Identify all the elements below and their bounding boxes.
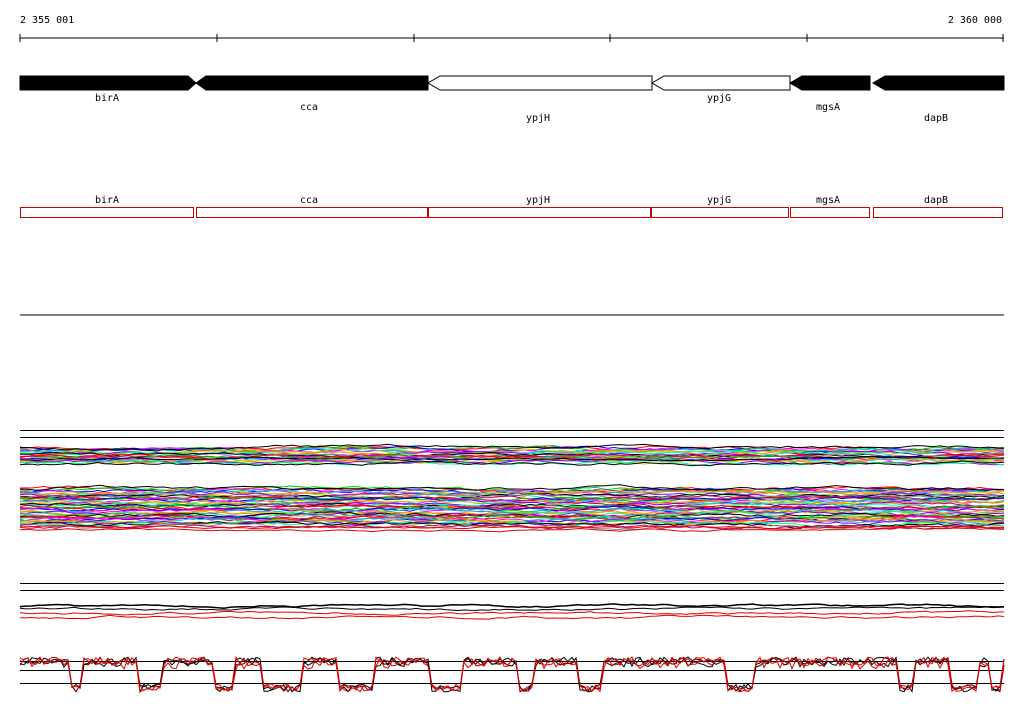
signal-track-bottom	[19, 583, 1005, 694]
feature-label: dapB	[924, 195, 948, 206]
signal-trace	[19, 527, 1005, 533]
gene-arrow-cca[interactable]	[195, 75, 429, 91]
genome-browser-view: 2 355 001 2 360 000 birA cca ypjH ypjG m…	[19, 15, 1005, 694]
feature-box-mgsA[interactable]	[790, 207, 870, 218]
gene-label: mgsA	[816, 102, 840, 113]
feature-label: ypjG	[707, 195, 731, 206]
feature-box-ypjH[interactable]	[428, 207, 651, 218]
signal-band-c	[19, 603, 1005, 620]
signal-trace	[19, 614, 1005, 620]
gene-arrow-birA[interactable]	[19, 75, 197, 91]
signal-trace	[19, 656, 1005, 693]
feature-label: birA	[95, 195, 119, 206]
feature-label: ypjH	[526, 195, 550, 206]
feature-box-cca[interactable]	[196, 207, 428, 218]
gene-label: ypjH	[526, 113, 550, 124]
signal-trace	[19, 484, 1005, 491]
coordinate-ruler: 2 355 001 2 360 000	[19, 15, 1004, 42]
signal-band-a	[19, 443, 1005, 467]
gene-arrow-ypjG[interactable]	[651, 75, 791, 91]
feature-box-birA[interactable]	[20, 207, 194, 218]
signal-band-d	[19, 655, 1005, 694]
conservation-track-top	[19, 430, 1005, 533]
feature-label: cca	[300, 195, 318, 206]
feature-box-ypjG[interactable]	[651, 207, 789, 218]
ruler-end-label: 2 360 000	[948, 15, 1002, 26]
gene-arrow-dapB[interactable]	[872, 75, 1005, 91]
gene-arrow-ypjH[interactable]	[427, 75, 653, 91]
gene-label: birA	[95, 93, 119, 104]
feature-track: birA cca ypjH ypjG mgsA dapB	[20, 195, 1003, 218]
signal-band-b	[19, 484, 1005, 533]
feature-box-dapB[interactable]	[873, 207, 1003, 218]
gene-label: ypjG	[707, 93, 731, 104]
gene-label: cca	[300, 102, 318, 113]
ruler-start-label: 2 355 001	[20, 15, 74, 26]
feature-label: mgsA	[816, 195, 840, 206]
gene-arrow-mgsA[interactable]	[789, 75, 871, 91]
signal-trace	[19, 610, 1005, 616]
gene-track: birA cca ypjH ypjG mgsA dapB	[19, 75, 1005, 124]
gene-label: dapB	[924, 113, 948, 124]
